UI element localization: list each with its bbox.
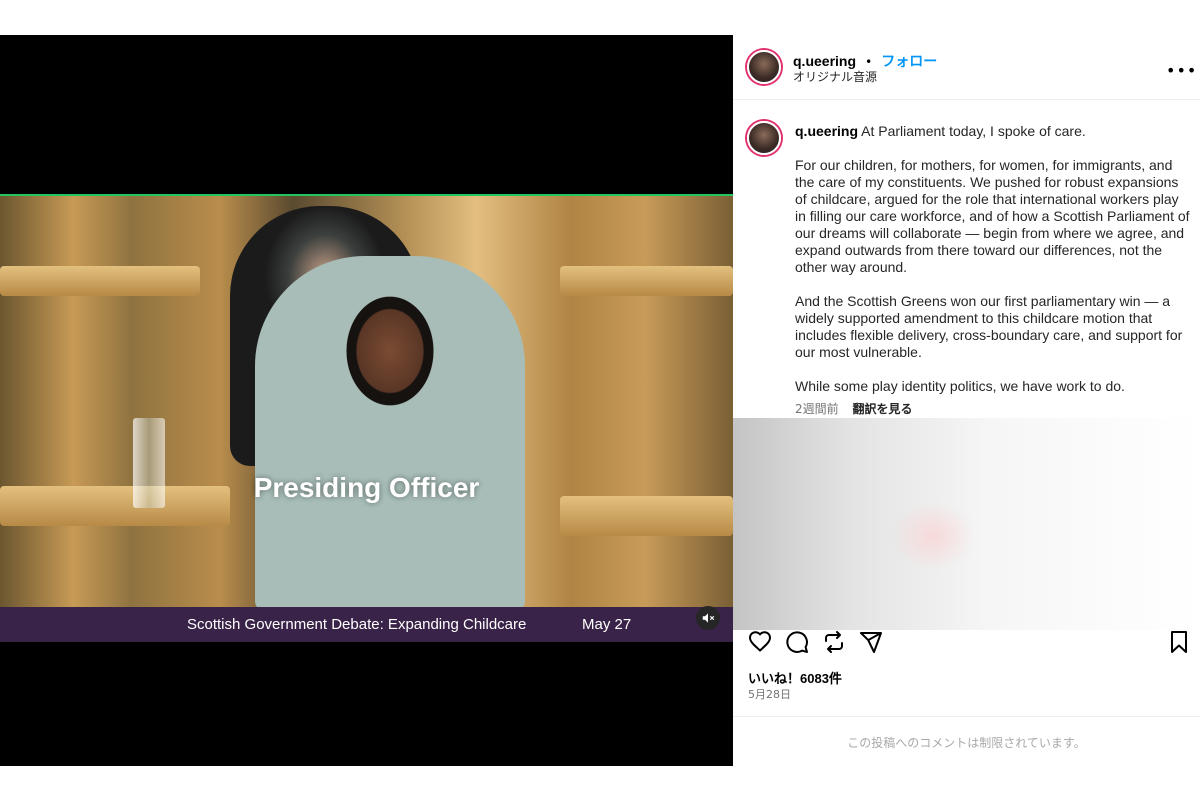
mute-button[interactable] bbox=[696, 606, 720, 630]
more-options-button[interactable]: ••• bbox=[1166, 61, 1197, 80]
caption-avatar[interactable] bbox=[747, 121, 781, 155]
caption-paragraph: While some play identity politics, we ha… bbox=[795, 378, 1125, 394]
likes-count[interactable]: いいね！6083件 bbox=[748, 668, 842, 687]
banner-text: Scottish Government Debate: Expanding Ch… bbox=[187, 616, 527, 633]
bookmark-icon[interactable] bbox=[1167, 630, 1191, 654]
muted-speaker-icon bbox=[702, 613, 715, 623]
blurred-comments-area bbox=[733, 418, 1200, 630]
time-ago: 2週間前 bbox=[795, 402, 839, 416]
banner-date: May 27 bbox=[582, 616, 632, 633]
caption-paragraph: And the Scottish Greens won our first pa… bbox=[795, 293, 1187, 360]
video-banner: Scottish Government Debate: Expanding Ch… bbox=[0, 607, 733, 642]
comment-icon[interactable] bbox=[785, 630, 809, 654]
share-icon[interactable] bbox=[859, 630, 883, 654]
caption-meta: 2週間前 翻訳を見る bbox=[795, 400, 912, 417]
follow-button[interactable]: フォロー bbox=[881, 53, 937, 69]
video-player[interactable]: Presiding Officer Scottish Government De… bbox=[0, 35, 733, 766]
action-bar bbox=[733, 630, 1200, 662]
header-username[interactable]: q.ueering bbox=[793, 53, 856, 69]
parliament-desk bbox=[560, 266, 733, 296]
avatar[interactable] bbox=[747, 50, 781, 84]
video-overlay-title: Presiding Officer bbox=[253, 472, 480, 503]
speaker-person bbox=[255, 256, 525, 609]
post-date: 5月28日 bbox=[748, 688, 791, 701]
post-header: q.ueering • フォロー オリジナル音源 ••• bbox=[733, 35, 1200, 100]
caption-username[interactable]: q.ueering bbox=[795, 123, 858, 139]
repost-icon[interactable] bbox=[822, 630, 846, 654]
caption: q.ueering At Parliament today, I spoke o… bbox=[795, 123, 1193, 412]
comments-restricted-notice: この投稿へのコメントは制限されています。 bbox=[733, 716, 1200, 767]
parliament-desk bbox=[0, 266, 200, 296]
audio-label[interactable]: オリジナル音源 bbox=[793, 68, 877, 85]
translate-link[interactable]: 翻訳を見る bbox=[852, 402, 912, 416]
post-panel: q.ueering • フォロー オリジナル音源 ••• q.ueering A… bbox=[733, 35, 1200, 766]
more-options-icon: ••• bbox=[1166, 61, 1198, 80]
heart-icon[interactable] bbox=[748, 630, 772, 654]
separator-dot: • bbox=[865, 55, 873, 69]
caption-paragraph: For our children, for mothers, for women… bbox=[795, 157, 1194, 275]
caption-first-line: At Parliament today, I spoke of care. bbox=[861, 123, 1086, 139]
video-frame[interactable] bbox=[0, 194, 733, 609]
